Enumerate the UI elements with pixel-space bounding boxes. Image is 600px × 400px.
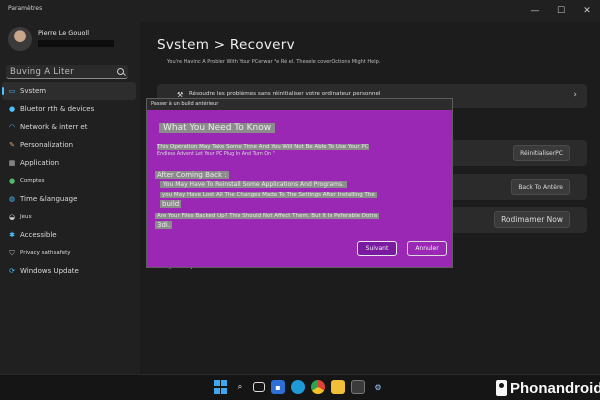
shield-icon: ⛉	[9, 249, 15, 257]
sidebar: Pierre Le Gouoll Buving A Liter ▭ Svstem…	[0, 22, 140, 374]
sidebar-item-label: Bluetor rth & devices	[20, 105, 95, 113]
brush-icon: ✎	[9, 141, 15, 149]
sidebar-item-label: Personalization	[20, 141, 74, 149]
sidebar-item-label: Privacy sathsafety	[20, 250, 71, 256]
reset-pc-button[interactable]: RéinitialiserPC	[513, 145, 570, 161]
sidebar-item-network[interactable]: ◠ Network & interr et	[2, 118, 136, 136]
page-subtitle: You're Havinc A Probler With Your PCerwa…	[167, 59, 381, 65]
edge-icon[interactable]	[291, 380, 305, 394]
restart-now-button[interactable]: Rodimamer Now	[494, 211, 570, 228]
search-icon[interactable]	[117, 68, 124, 75]
dialog-question: Are Your Files Backed Up? This Should No…	[155, 213, 380, 219]
profile-name: Pierre Le Gouoll	[38, 29, 90, 37]
taskbar-icons: ⌕ ▪ ⚙	[213, 380, 385, 394]
monitor-icon: ▭	[8, 87, 16, 95]
sidebar-item-gaming[interactable]: ◒ Jeux	[2, 208, 136, 226]
sidebar-item-accounts[interactable]: ● Comptes	[2, 172, 136, 190]
phone-logo-icon	[496, 380, 507, 396]
task-view-icon[interactable]	[253, 382, 265, 392]
sidebar-item-bluetooth[interactable]: ● Bluetor rth & devices	[2, 100, 136, 118]
dialog-list-item: You May Have To Reinstall Some Applicati…	[160, 181, 348, 188]
go-back-button[interactable]: Back To Antère	[511, 179, 570, 195]
sidebar-item-privacy[interactable]: ⛉ Privacy sathsafety	[2, 244, 136, 262]
profile-email-redacted	[38, 40, 114, 47]
window-controls: — ☐ ✕	[522, 0, 600, 22]
accessibility-icon: ✱	[9, 231, 15, 239]
dialog-list-item: you May Have Lost All The Changes Made T…	[160, 192, 377, 198]
dialog-question-continued: 3di.	[155, 221, 173, 229]
wifi-icon: ◠	[8, 123, 16, 131]
sidebar-item-label: Svstem	[20, 87, 47, 95]
sidebar-item-label: Windows Update	[20, 267, 79, 275]
gamepad-icon: ◒	[8, 213, 16, 221]
globe-icon: ◍	[8, 195, 16, 203]
dialog-warning-line: This Operation May Take Some Time And Yo…	[157, 144, 369, 150]
sidebar-item-windows-update[interactable]: ⟳ Windows Update	[2, 262, 136, 280]
dialog-list-item: build	[160, 200, 182, 208]
sidebar-item-time-language[interactable]: ◍ Time &language	[2, 190, 136, 208]
maximize-button[interactable]: ☐	[548, 0, 574, 22]
profile[interactable]: Pierre Le Gouoll	[8, 27, 114, 51]
cancel-button[interactable]: Annuler	[407, 241, 447, 256]
page-title: Svstem > Recoverv	[157, 37, 295, 53]
sidebar-item-label: Jeux	[20, 214, 32, 220]
troubleshoot-label: Résoudre les problèmes sans réinitialise…	[189, 91, 381, 97]
sidebar-item-label: Time &language	[20, 195, 78, 203]
file-explorer-icon[interactable]	[331, 380, 345, 394]
sidebar-item-label: Application	[20, 159, 60, 167]
dialog-heading: What You Need To Know	[159, 123, 276, 133]
settings-icon[interactable]: ⚙	[371, 380, 385, 394]
sidebar-item-system[interactable]: ▭ Svstem	[2, 82, 136, 100]
avatar	[8, 27, 32, 51]
dialog-title: Passer à un build antérieur	[147, 99, 452, 110]
search-icon[interactable]: ⌕	[233, 380, 247, 394]
brand-text: Phonandroid	[510, 379, 600, 397]
search-placeholder: Buving A Liter	[10, 67, 74, 77]
person-icon: ●	[8, 177, 16, 185]
brand-watermark: Phonandroid	[496, 377, 600, 399]
widgets-icon[interactable]: ▪	[271, 380, 285, 394]
chevron-right-icon: ›	[573, 90, 577, 100]
close-button[interactable]: ✕	[574, 0, 600, 22]
bluetooth-icon: ●	[8, 105, 16, 113]
dialog-warning-subtext: Endless Advent Let Your PC Plug In And T…	[157, 152, 275, 157]
store-icon[interactable]	[351, 380, 365, 394]
sidebar-item-label: Network & interr et	[20, 123, 88, 131]
dialog-subheading: After Coming Back :	[155, 171, 229, 179]
sidebar-item-label: Accessible	[20, 231, 57, 239]
window-title: Paramètres	[8, 5, 43, 12]
sidebar-item-personalization[interactable]: ✎ Personalization	[2, 136, 136, 154]
search-input[interactable]: Buving A Liter	[6, 65, 128, 79]
apps-icon: ▦	[8, 159, 16, 167]
sidebar-item-label: Comptes	[20, 178, 45, 184]
dialog-warning-text: This Operation May Take Some Time And Yo…	[157, 144, 369, 150]
sidebar-item-apps[interactable]: ▦ Application	[2, 154, 136, 172]
windows-start-icon[interactable]	[213, 380, 227, 394]
sidebar-item-accessibility[interactable]: ✱ Accessible	[2, 226, 136, 244]
sidebar-nav: ▭ Svstem ● Bluetor rth & devices ◠ Netwo…	[0, 82, 136, 280]
update-icon: ⟳	[9, 267, 15, 275]
title-bar: Paramètres — ☐ ✕	[0, 0, 600, 22]
next-button[interactable]: Suivant	[357, 241, 397, 256]
chrome-icon[interactable]	[311, 380, 325, 394]
minimize-button[interactable]: —	[522, 0, 548, 22]
